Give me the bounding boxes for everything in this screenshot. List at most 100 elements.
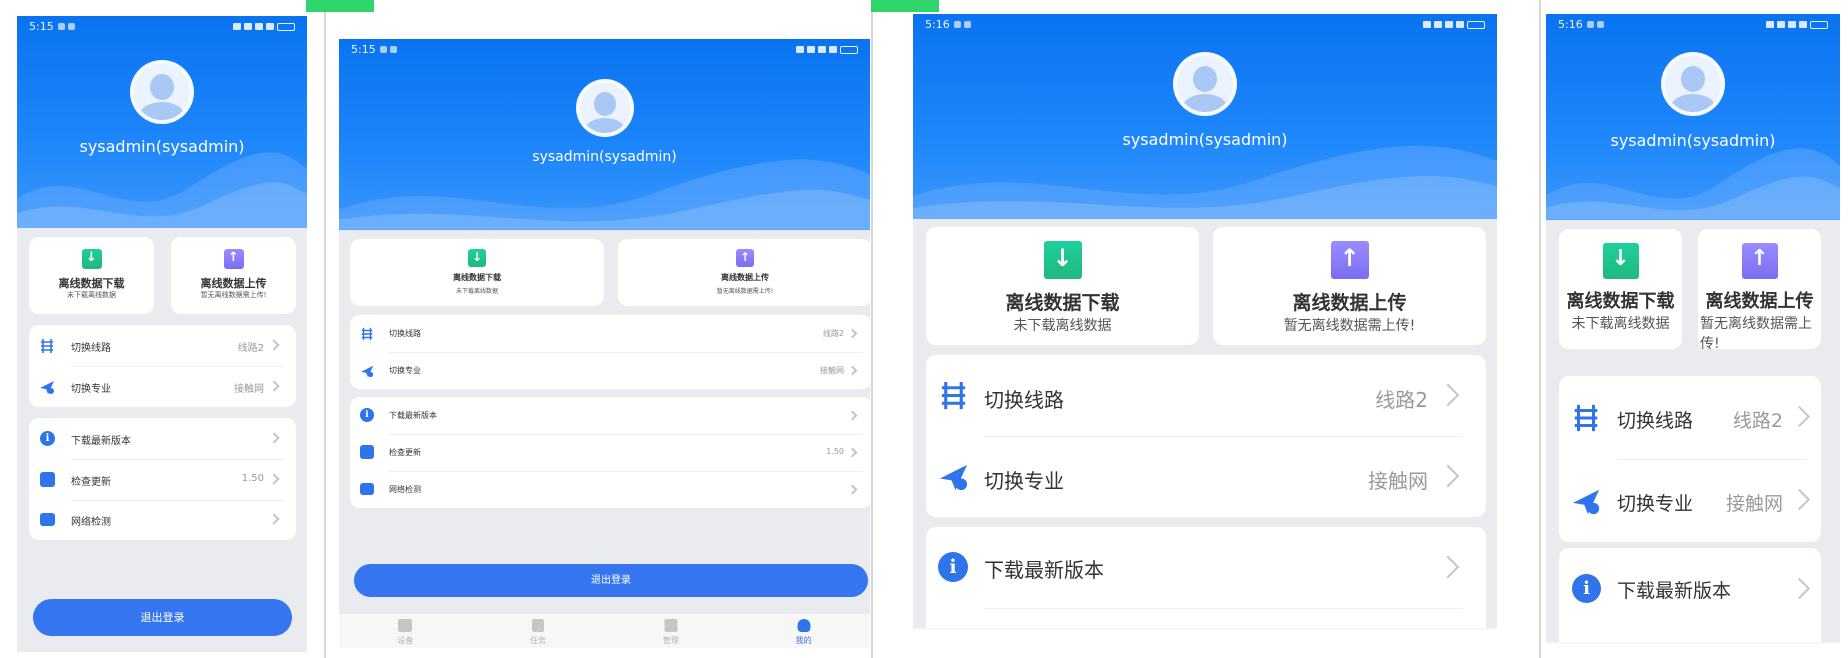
profile-header: 5:16 sysadmin(sysadmin) [1546,14,1840,220]
avatar[interactable] [1173,52,1237,116]
profile-header: 5:15 sysadmin(sysadmin) [17,16,307,228]
logout-button[interactable]: 退出登录 [33,599,292,636]
status-time: 5:16 [925,18,950,31]
upload-icon: ↑ [1741,243,1778,279]
row-separator [984,608,1462,609]
railway-icon [41,339,53,353]
download-subtitle: 未下载离线数据 [455,288,498,295]
tab-device[interactable] [913,628,1059,630]
download-version-row[interactable]: i 下载最新版本 [1559,548,1821,629]
tab-task[interactable]: 任务 [472,614,605,648]
switch-spec-row[interactable]: 切换专业 接触网 [1559,459,1821,542]
avatar[interactable] [1661,52,1725,116]
logout-button[interactable]: 退出登录 [354,564,868,597]
info-icon: i [40,431,55,446]
network-check-row[interactable]: 网络检测 [29,500,296,540]
download-version-row[interactable]: i 下载最新版本 [926,527,1486,608]
switch-spec-row[interactable]: 切换专业 接触网 [350,352,870,389]
avatar[interactable] [130,60,194,124]
switch-line-row[interactable]: 切换线路 线路2 [350,315,870,352]
switch-spec-row[interactable]: 切换专业 接触网 [926,436,1486,517]
switch-line-label: 切换线路 [71,343,111,354]
chevron-right-icon [847,484,858,495]
download-title: 离线数据下载 [58,277,125,290]
offline-download-card[interactable]: ↓ 离线数据下载 未下载离线数据 [350,239,604,306]
download-title: 离线数据下载 [453,273,501,282]
tab-label: 任务 [530,636,547,645]
download-version-label: 下载最新版本 [984,558,1104,582]
app-settings-group: i 下载最新版本 检查更新 1.50 网络检测 [350,397,870,508]
upload-subtitle: 暂无离线数据需上传! [716,288,774,295]
tab-manage[interactable] [1693,642,1767,644]
offline-upload-card[interactable]: ↑ 离线数据上传 暂无离线数据需上传! [1698,229,1821,352]
upload-title: 离线数据上传 [1292,292,1407,314]
divider [324,0,326,658]
clipboard-icon [532,619,545,632]
download-version-row[interactable]: i 下载最新版本 [29,418,296,459]
profile-header: 5:15 sysadmin(sysadmin) [339,39,870,230]
switch-spec-row[interactable]: 切换专业 接触网 [29,366,296,407]
refresh-icon [40,472,55,487]
status-bar: 5:15 [351,43,858,56]
offline-upload-card[interactable]: ↑ 离线数据上传 暂无离线数据需上传! [618,239,870,306]
download-title: 离线数据下载 [1566,291,1675,312]
tab-mine[interactable]: 我的 [737,614,870,648]
download-subtitle: 未下载离线数据 [1013,318,1112,334]
chevron-right-icon [847,328,858,339]
username: sysadmin(sysadmin) [1610,131,1776,150]
avatar[interactable] [575,79,634,137]
upload-icon: ↑ [1330,241,1369,279]
switch-line-row[interactable]: 切换线路 线路2 [1559,376,1821,459]
tab-task[interactable] [1620,642,1694,644]
status-time: 5:15 [29,20,54,33]
switch-line-row[interactable]: 切换线路 线路2 [926,355,1486,436]
status-bar: 5:16 [1558,18,1828,31]
switch-spec-label: 切换专业 [389,366,421,375]
tab-mine[interactable] [1351,628,1497,630]
status-time: 5:15 [351,43,376,56]
green-tab-marker [306,0,374,12]
status-time: 5:16 [1558,18,1583,31]
chevron-right-icon [1788,488,1811,511]
railway-icon [941,381,966,410]
check-update-row[interactable]: 检查更新 1.50 [350,434,870,471]
download-subtitle: 未下载离线数据 [67,291,116,299]
tab-device[interactable]: 设备 [339,614,472,648]
switch-line-row[interactable]: 切换线路 线路2 [29,325,296,366]
switch-line-value: 线路2 [1375,388,1428,412]
plane-gear-icon [40,381,54,394]
upload-title: 离线数据上传 [721,273,769,282]
chevron-right-icon [1436,383,1460,407]
tab-device[interactable] [1546,642,1620,644]
download-version-label: 下载最新版本 [1617,580,1732,602]
download-subtitle: 未下载离线数据 [1571,316,1670,332]
download-version-row[interactable]: i 下载最新版本 [350,397,870,434]
switch-line-value: 线路2 [237,343,264,354]
switch-settings-group: 切换线路 线路2 切换专业 接触网 [926,355,1486,517]
tab-manage[interactable] [1205,628,1351,630]
phone-screen: 5:16 sysadmin(sysadmin) ↓ 离线数据下载 未下载离线数据… [1546,14,1840,644]
switch-spec-value: 接触网 [1725,493,1783,515]
offline-download-card[interactable]: ↓ 离线数据下载 未下载离线数据 [926,227,1199,345]
username: sysadmin(sysadmin) [79,137,245,156]
download-icon: ↓ [81,249,102,269]
tab-manage[interactable]: 管理 [605,614,738,648]
profile-header: 5:16 sysadmin(sysadmin) [913,14,1497,219]
network-check-row[interactable]: 网络检测 [350,471,870,508]
switch-line-value: 线路2 [1732,410,1783,432]
offline-download-card[interactable]: ↓ 离线数据下载 未下载离线数据 [29,237,154,314]
tab-task[interactable] [1059,628,1205,630]
green-tab-marker [871,0,939,12]
check-update-row[interactable]: 检查更新 1.50 [29,459,296,500]
offline-download-card[interactable]: ↓ 离线数据下载 未下载离线数据 [1559,229,1682,349]
offline-upload-card[interactable]: ↑ 离线数据上传 暂无离线数据需上传! [1213,227,1486,345]
offline-upload-card[interactable]: ↑ 离线数据上传 暂无离线数据需上传! [171,237,296,314]
switch-settings-group: 切换线路 线路2 切换专业 接触网 [29,325,296,407]
chevron-right-icon [268,432,280,444]
download-icon: ↓ [1043,241,1082,279]
railway-icon [361,327,373,341]
chevron-right-icon [847,365,858,376]
tab-mine[interactable] [1767,642,1841,644]
switch-line-label: 切换线路 [389,329,421,338]
network-check-label: 网络检测 [389,485,421,494]
